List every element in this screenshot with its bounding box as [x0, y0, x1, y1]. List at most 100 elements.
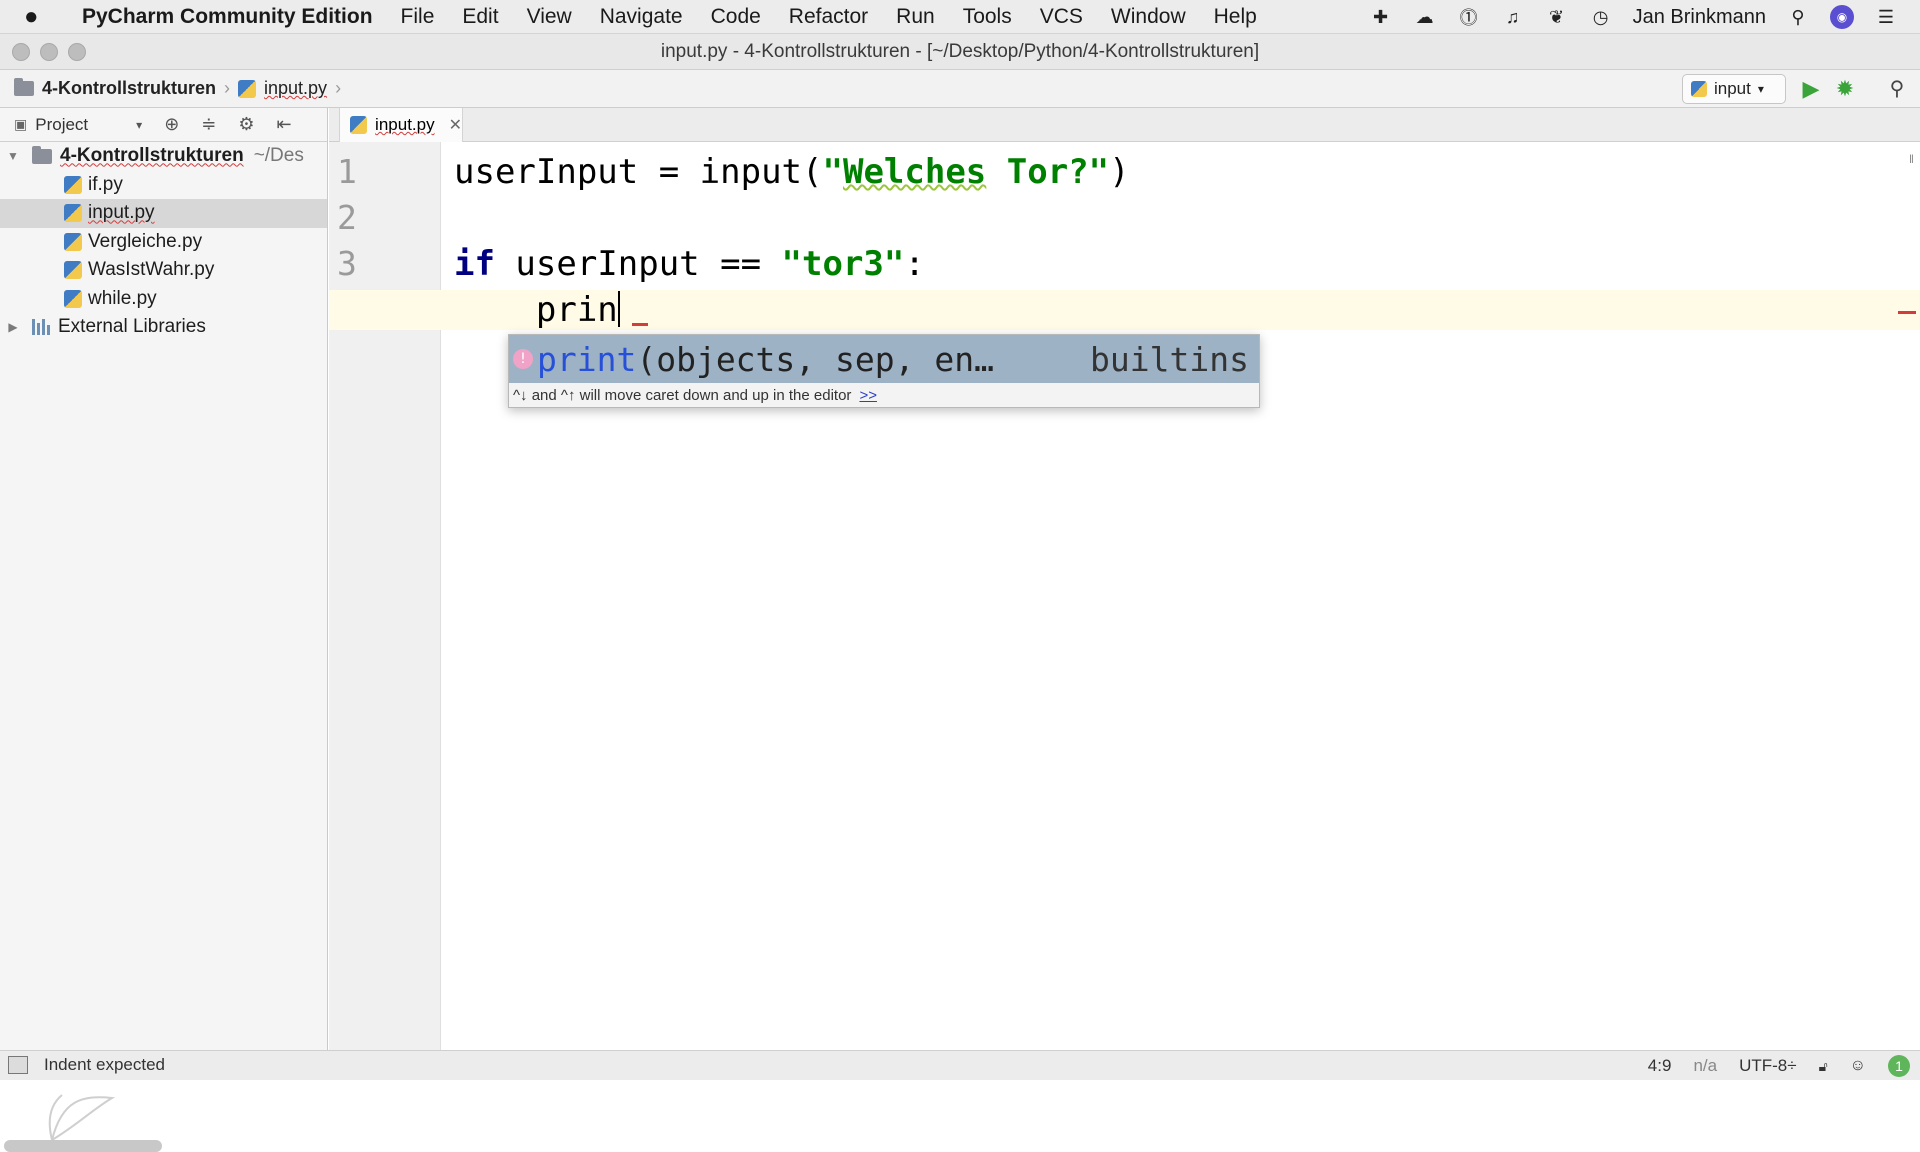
code-token-string: Tor?" — [986, 152, 1110, 192]
code-token-string: " — [822, 152, 843, 192]
tree-file-label: while.py — [88, 287, 157, 309]
navigation-bar: 4-Kontrollstrukturen › input.py › input … — [0, 70, 1920, 108]
menu-refactor[interactable]: Refactor — [789, 5, 868, 29]
time-machine-icon[interactable]: ◷ — [1589, 5, 1613, 29]
python-file-icon — [1691, 81, 1707, 97]
tree-root-folder[interactable]: ▼ 4-Kontrollstrukturen ~/Des — [0, 142, 327, 171]
code-token-variable: userInput — [454, 152, 639, 192]
expand-arrow-icon[interactable]: ▼ — [6, 149, 20, 163]
code-line-3: if userInput == "tor3": — [454, 244, 925, 284]
menu-help[interactable]: Help — [1214, 5, 1257, 29]
error-stripe-marker[interactable] — [1898, 311, 1916, 314]
close-tab-icon[interactable]: ✕ — [449, 115, 462, 135]
horizontal-scrollbar[interactable] — [4, 1140, 162, 1152]
menu-code[interactable]: Code — [711, 5, 761, 29]
run-icon[interactable]: ▶ — [1800, 76, 1822, 102]
menu-window[interactable]: Window — [1111, 5, 1186, 29]
python-file-icon — [64, 175, 82, 194]
file-encoding[interactable]: UTF-8÷ — [1739, 1056, 1797, 1076]
tree-file-label: WasIstWahr.py — [88, 259, 215, 281]
code-token-string-typo: Welches — [842, 152, 987, 192]
completion-hint-text: ^↓ and ^↑ will move caret down and up in… — [513, 386, 852, 404]
code-token-typed: prin — [535, 290, 618, 330]
python-file-icon — [64, 289, 82, 308]
tree-file-input[interactable]: input.py — [0, 199, 327, 228]
hide-panel-icon[interactable]: ⇤ — [277, 114, 292, 135]
project-panel-header: ▣ Project ▾ ⊕ ≑ ⚙ ⇤ — [0, 108, 327, 142]
menu-edit[interactable]: Edit — [462, 5, 498, 29]
spotlight-search-icon[interactable]: ⚲ — [1786, 5, 1810, 29]
debug-icon[interactable]: ✹ — [1832, 76, 1858, 102]
system-menu-bar: ● PyCharm Community Edition File Edit Vi… — [0, 0, 1920, 34]
minimize-window-button[interactable] — [40, 43, 58, 61]
event-log-icon[interactable]: 1 — [1888, 1055, 1910, 1077]
creative-cloud-icon[interactable]: ☁ — [1413, 5, 1437, 29]
code-line-1: userInput = input("Welches Tor?") — [454, 152, 1130, 192]
zoom-window-button[interactable] — [68, 43, 86, 61]
code-editor[interactable]: ‖ userInput = input("Welches Tor?") if u… — [329, 142, 1920, 1050]
apple-icon[interactable]: ● — [24, 3, 64, 31]
tree-root-path: ~/Des — [253, 145, 304, 167]
locate-icon[interactable]: ⊕ — [164, 114, 179, 135]
lock-icon[interactable]: 🔓︎ — [1819, 1058, 1828, 1075]
menu-view[interactable]: View — [527, 5, 572, 29]
breadcrumb-file[interactable]: input.py — [230, 78, 335, 99]
code-token-paren: ( — [802, 152, 823, 192]
project-tool-window: ▣ Project ▾ ⊕ ≑ ⚙ ⇤ ▼ 4-Kontrollstruktur… — [0, 108, 328, 1152]
menu-file[interactable]: File — [401, 5, 435, 29]
app-menu[interactable]: PyCharm Community Edition — [82, 5, 373, 29]
menu-run[interactable]: Run — [896, 5, 935, 29]
function-icon: ! — [513, 349, 533, 369]
chevron-down-icon: ▾ — [1757, 82, 1764, 96]
tree-file-if[interactable]: if.py — [0, 171, 327, 200]
run-configuration-select[interactable]: input ▾ — [1682, 74, 1786, 104]
status-message: Indent expected — [44, 1055, 165, 1074]
password-manager-icon[interactable]: ⓵ — [1457, 5, 1481, 29]
inspector-icon[interactable]: ☺︎ — [1850, 1057, 1866, 1075]
editor-tab-bar: input.py ✕ — [329, 108, 1920, 142]
status-left: Indent expected — [8, 1055, 165, 1075]
menu-navigate[interactable]: Navigate — [600, 5, 683, 29]
breadcrumb-project[interactable]: 4-Kontrollstrukturen — [6, 78, 224, 99]
project-view-select[interactable]: Project — [35, 115, 88, 135]
cursor-position[interactable]: 4:9 — [1648, 1056, 1672, 1076]
tree-file-label: Vergleiche.py — [88, 230, 203, 252]
collapse-all-icon[interactable]: ≑ — [201, 114, 216, 135]
notification-center-icon[interactable]: ☰ — [1874, 5, 1898, 29]
chevron-right-icon: › — [335, 78, 342, 98]
puzzle-icon[interactable]: ✚ — [1369, 5, 1393, 29]
menu-tools[interactable]: Tools — [963, 5, 1012, 29]
user-name[interactable]: Jan Brinkmann — [1633, 6, 1766, 29]
completion-item-print[interactable]: ! print (objects, sep, en… builtins — [509, 335, 1259, 383]
gear-icon[interactable]: ⚙ — [238, 114, 254, 135]
expand-arrow-icon[interactable]: ▶ — [6, 320, 20, 334]
line-separator[interactable]: n/a — [1693, 1056, 1717, 1076]
tab-input-py[interactable]: input.py ✕ — [339, 108, 463, 142]
line-number: 1 — [337, 152, 357, 191]
tree-external-libraries[interactable]: ▶ External Libraries — [0, 313, 327, 342]
python-file-icon — [238, 79, 257, 98]
python-file-icon — [64, 232, 82, 251]
folder-icon — [14, 78, 34, 96]
tree-file-wasistwahr[interactable]: WasIstWahr.py — [0, 256, 327, 285]
completion-module: builtins — [1090, 339, 1249, 379]
libraries-icon — [32, 319, 52, 336]
tree-external-libraries-label: External Libraries — [58, 316, 206, 338]
inspection-status-icon[interactable]: ‖ — [1909, 152, 1914, 166]
bell-icon[interactable]: ♫ — [1501, 5, 1525, 29]
completion-hint: ^↓ and ^↑ will move caret down and up in… — [509, 383, 1259, 407]
tree-file-label: if.py — [88, 173, 123, 195]
leaf-icon[interactable]: ❦ — [1545, 5, 1569, 29]
tool-window-toggle-icon[interactable] — [8, 1056, 28, 1074]
search-everywhere-icon[interactable]: ⚲ — [1884, 76, 1910, 102]
close-window-button[interactable] — [12, 43, 30, 61]
menu-vcs[interactable]: VCS — [1040, 5, 1083, 29]
tree-file-while[interactable]: while.py — [0, 285, 327, 314]
window-title: input.py - 4-Kontrollstrukturen - [~/Des… — [660, 41, 1260, 62]
chevron-down-icon[interactable]: ▾ — [136, 118, 142, 132]
python-file-icon — [64, 204, 82, 223]
line-number: 2 — [337, 198, 357, 237]
tree-file-vergleiche[interactable]: Vergleiche.py — [0, 228, 327, 257]
siri-icon[interactable]: ◉ — [1830, 5, 1854, 29]
completion-hint-link[interactable]: >> — [859, 387, 877, 404]
